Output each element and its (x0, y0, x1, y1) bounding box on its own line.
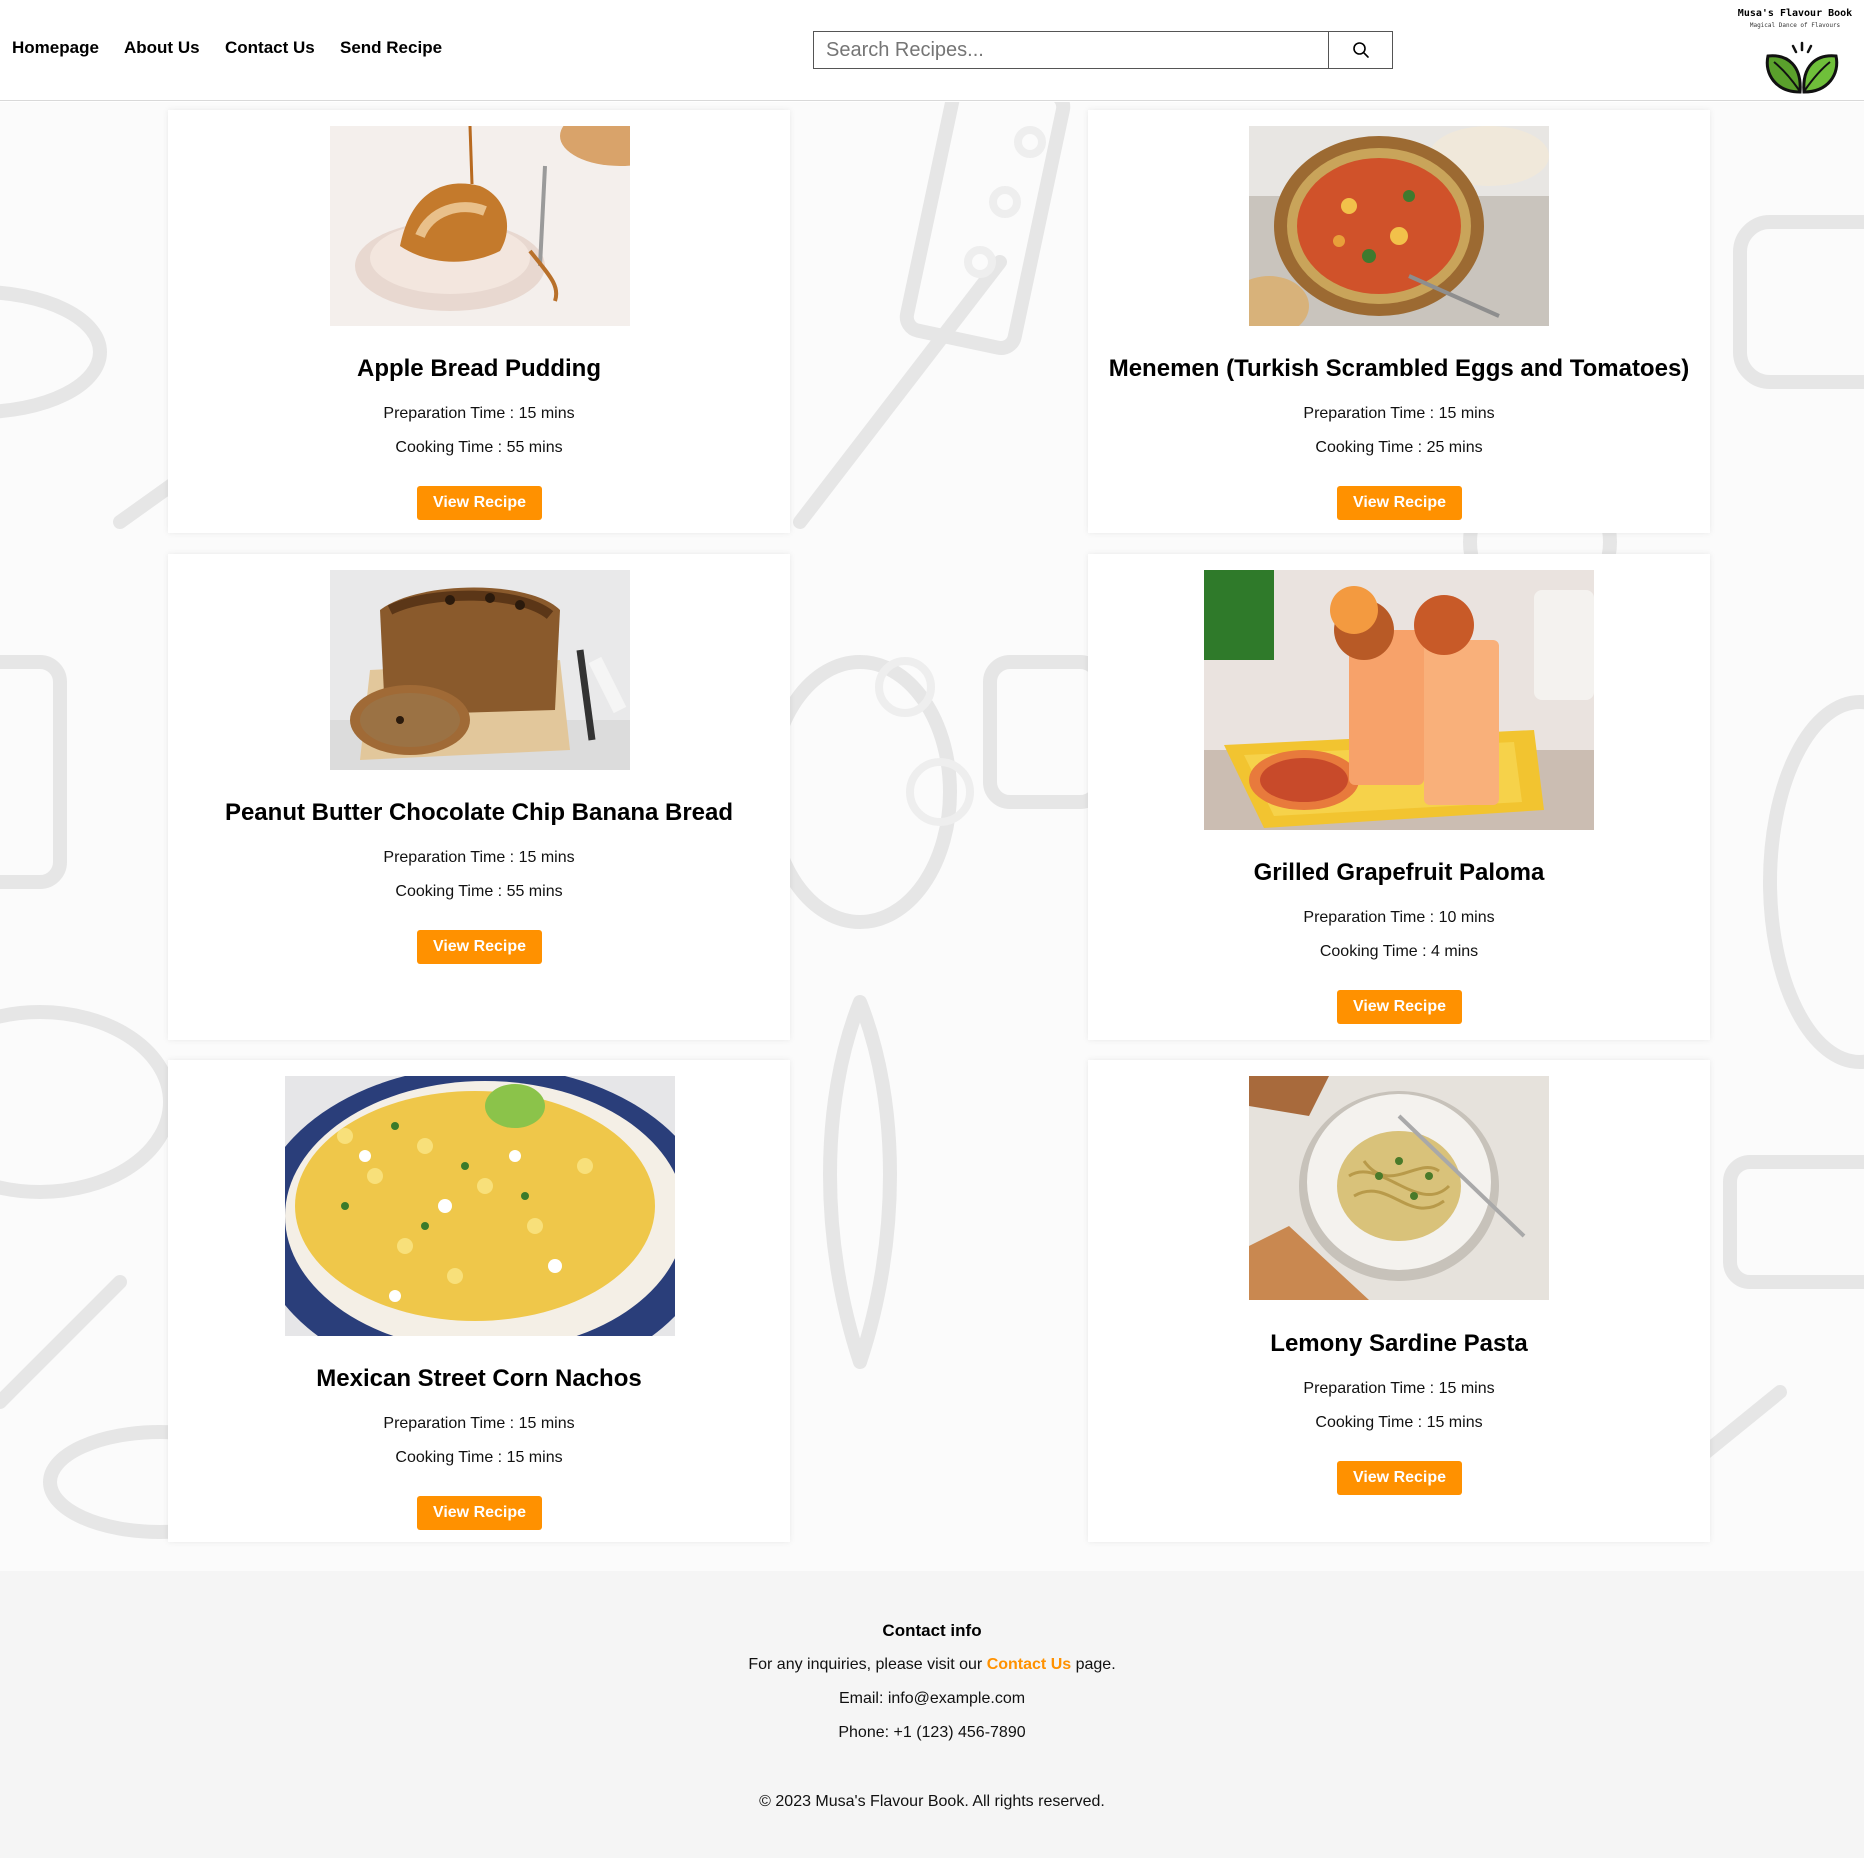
recipe-card: Apple Bread Pudding Preparation Time : 1… (168, 110, 790, 533)
view-recipe-button[interactable]: View Recipe (1337, 990, 1462, 1024)
cook-time-value: 4 mins (1431, 943, 1479, 960)
footer-phone: Phone: +1 (123) 456-7890 (838, 1724, 1026, 1741)
recipe-image-apple-bread-pudding[interactable] (330, 126, 630, 326)
leaf-bowl-icon (1765, 41, 1839, 94)
footer-heading: Contact info (882, 1621, 982, 1640)
recipe-grid-background: Apple Bread Pudding Preparation Time : 1… (0, 102, 1864, 1571)
view-recipe-button[interactable]: View Recipe (417, 930, 542, 964)
cook-time: Cooking Time : 15 mins (1315, 1414, 1483, 1431)
cook-time: Cooking Time : 4 mins (1319, 943, 1479, 960)
prep-time-value: 15 mins (1438, 405, 1495, 422)
cook-time: Cooking Time : 55 mins (395, 883, 563, 900)
recipe-card: Peanut Butter Chocolate Chip Banana Brea… (168, 554, 790, 1040)
recipe-card: Mexican Street Corn Nachos Preparation T… (168, 1060, 790, 1542)
cook-time-label: Cooking Time (395, 883, 494, 900)
recipe-title: Peanut Butter Chocolate Chip Banana Brea… (224, 799, 734, 826)
site-header: Homepage About Us Contact Us Send Recipe… (0, 0, 1864, 101)
cook-time: Cooking Time : 25 mins (1315, 439, 1483, 456)
prep-time: Preparation Time : 10 mins (1303, 909, 1495, 926)
view-recipe-button[interactable]: View Recipe (1337, 1461, 1462, 1495)
cook-time-value: 15 mins (506, 1449, 563, 1466)
recipe-card: Menemen (Turkish Scrambled Eggs and Toma… (1088, 110, 1710, 533)
cook-time: Cooking Time : 15 mins (395, 1449, 563, 1466)
prep-time-value: 15 mins (1438, 1380, 1495, 1397)
cook-time-label: Cooking Time (1315, 1414, 1414, 1431)
view-recipe-button[interactable]: View Recipe (1337, 486, 1462, 520)
recipe-title: Grilled Grapefruit Paloma (1253, 859, 1545, 886)
cook-time-label: Cooking Time (1319, 943, 1418, 960)
nav-contact-us[interactable]: Contact Us (225, 38, 315, 58)
recipe-image-grapefruit-paloma[interactable] (1204, 570, 1594, 830)
prep-time: Preparation Time : 15 mins (383, 405, 575, 422)
prep-time-label: Preparation Time (383, 405, 506, 422)
footer-inquiry: For any inquiries, please visit our Cont… (0, 1656, 1864, 1674)
footer-inquiry-prefix: For any inquiries, please visit our (748, 1656, 983, 1673)
cook-time-value: 55 mins (506, 883, 563, 900)
recipe-image-menemen[interactable] (1249, 126, 1549, 326)
recipe-card: Lemony Sardine Pasta Preparation Time : … (1088, 1060, 1710, 1542)
prep-time: Preparation Time : 15 mins (383, 849, 575, 866)
logo-title: Musa's Flavour Book (1737, 8, 1853, 19)
recipe-title: Menemen (Turkish Scrambled Eggs and Toma… (1108, 355, 1690, 382)
site-logo[interactable]: Musa's Flavour Book Magical Dance of Fla… (1726, 6, 1864, 96)
prep-time: Preparation Time : 15 mins (383, 1415, 575, 1432)
recipe-title: Mexican Street Corn Nachos (316, 1365, 642, 1392)
recipe-card: Grilled Grapefruit Paloma Preparation Ti… (1088, 554, 1710, 1040)
prep-time-value: 15 mins (518, 405, 575, 422)
site-footer: Contact info For any inquiries, please v… (0, 1571, 1864, 1858)
prep-time-label: Preparation Time (383, 849, 506, 866)
search-icon (1352, 42, 1369, 58)
footer-inquiry-suffix: page. (1075, 1656, 1116, 1673)
cook-time-value: 55 mins (506, 439, 563, 456)
recipe-title: Lemony Sardine Pasta (1270, 1330, 1528, 1357)
nav-about-us[interactable]: About Us (124, 38, 200, 58)
prep-time-label: Preparation Time (1303, 1380, 1426, 1397)
recipe-image-corn-nachos[interactable] (285, 1076, 675, 1336)
prep-time-label: Preparation Time (383, 1415, 506, 1432)
nav-send-recipe[interactable]: Send Recipe (340, 38, 442, 58)
cook-time-value: 25 mins (1426, 439, 1483, 456)
footer-copyright: © 2023 Musa's Flavour Book. All rights r… (759, 1793, 1105, 1810)
cook-time: Cooking Time : 55 mins (395, 439, 563, 456)
logo-tagline: Magical Dance of Flavours (1749, 22, 1841, 29)
cook-time-label: Cooking Time (395, 1449, 494, 1466)
prep-time: Preparation Time : 15 mins (1303, 1380, 1495, 1397)
prep-time-value: 15 mins (518, 849, 575, 866)
prep-time: Preparation Time : 15 mins (1303, 405, 1495, 422)
footer-contact-us-link[interactable]: Contact Us (987, 1656, 1071, 1673)
cook-time-label: Cooking Time (1315, 439, 1414, 456)
prep-time-label: Preparation Time (1303, 405, 1426, 422)
nav-homepage[interactable]: Homepage (12, 38, 99, 58)
prep-time-value: 10 mins (1438, 909, 1495, 926)
cook-time-value: 15 mins (1426, 1414, 1483, 1431)
prep-time-value: 15 mins (518, 1415, 575, 1432)
footer-email: Email: info@example.com (838, 1690, 1026, 1707)
recipe-title: Apple Bread Pudding (356, 355, 601, 382)
search-input[interactable] (813, 31, 1328, 69)
view-recipe-button[interactable]: View Recipe (417, 486, 542, 520)
view-recipe-button[interactable]: View Recipe (417, 1496, 542, 1530)
recipe-image-banana-bread[interactable] (330, 570, 630, 770)
recipe-image-sardine-pasta[interactable] (1249, 1076, 1549, 1300)
search-button[interactable] (1328, 31, 1393, 69)
prep-time-label: Preparation Time (1303, 909, 1426, 926)
cook-time-label: Cooking Time (395, 439, 494, 456)
